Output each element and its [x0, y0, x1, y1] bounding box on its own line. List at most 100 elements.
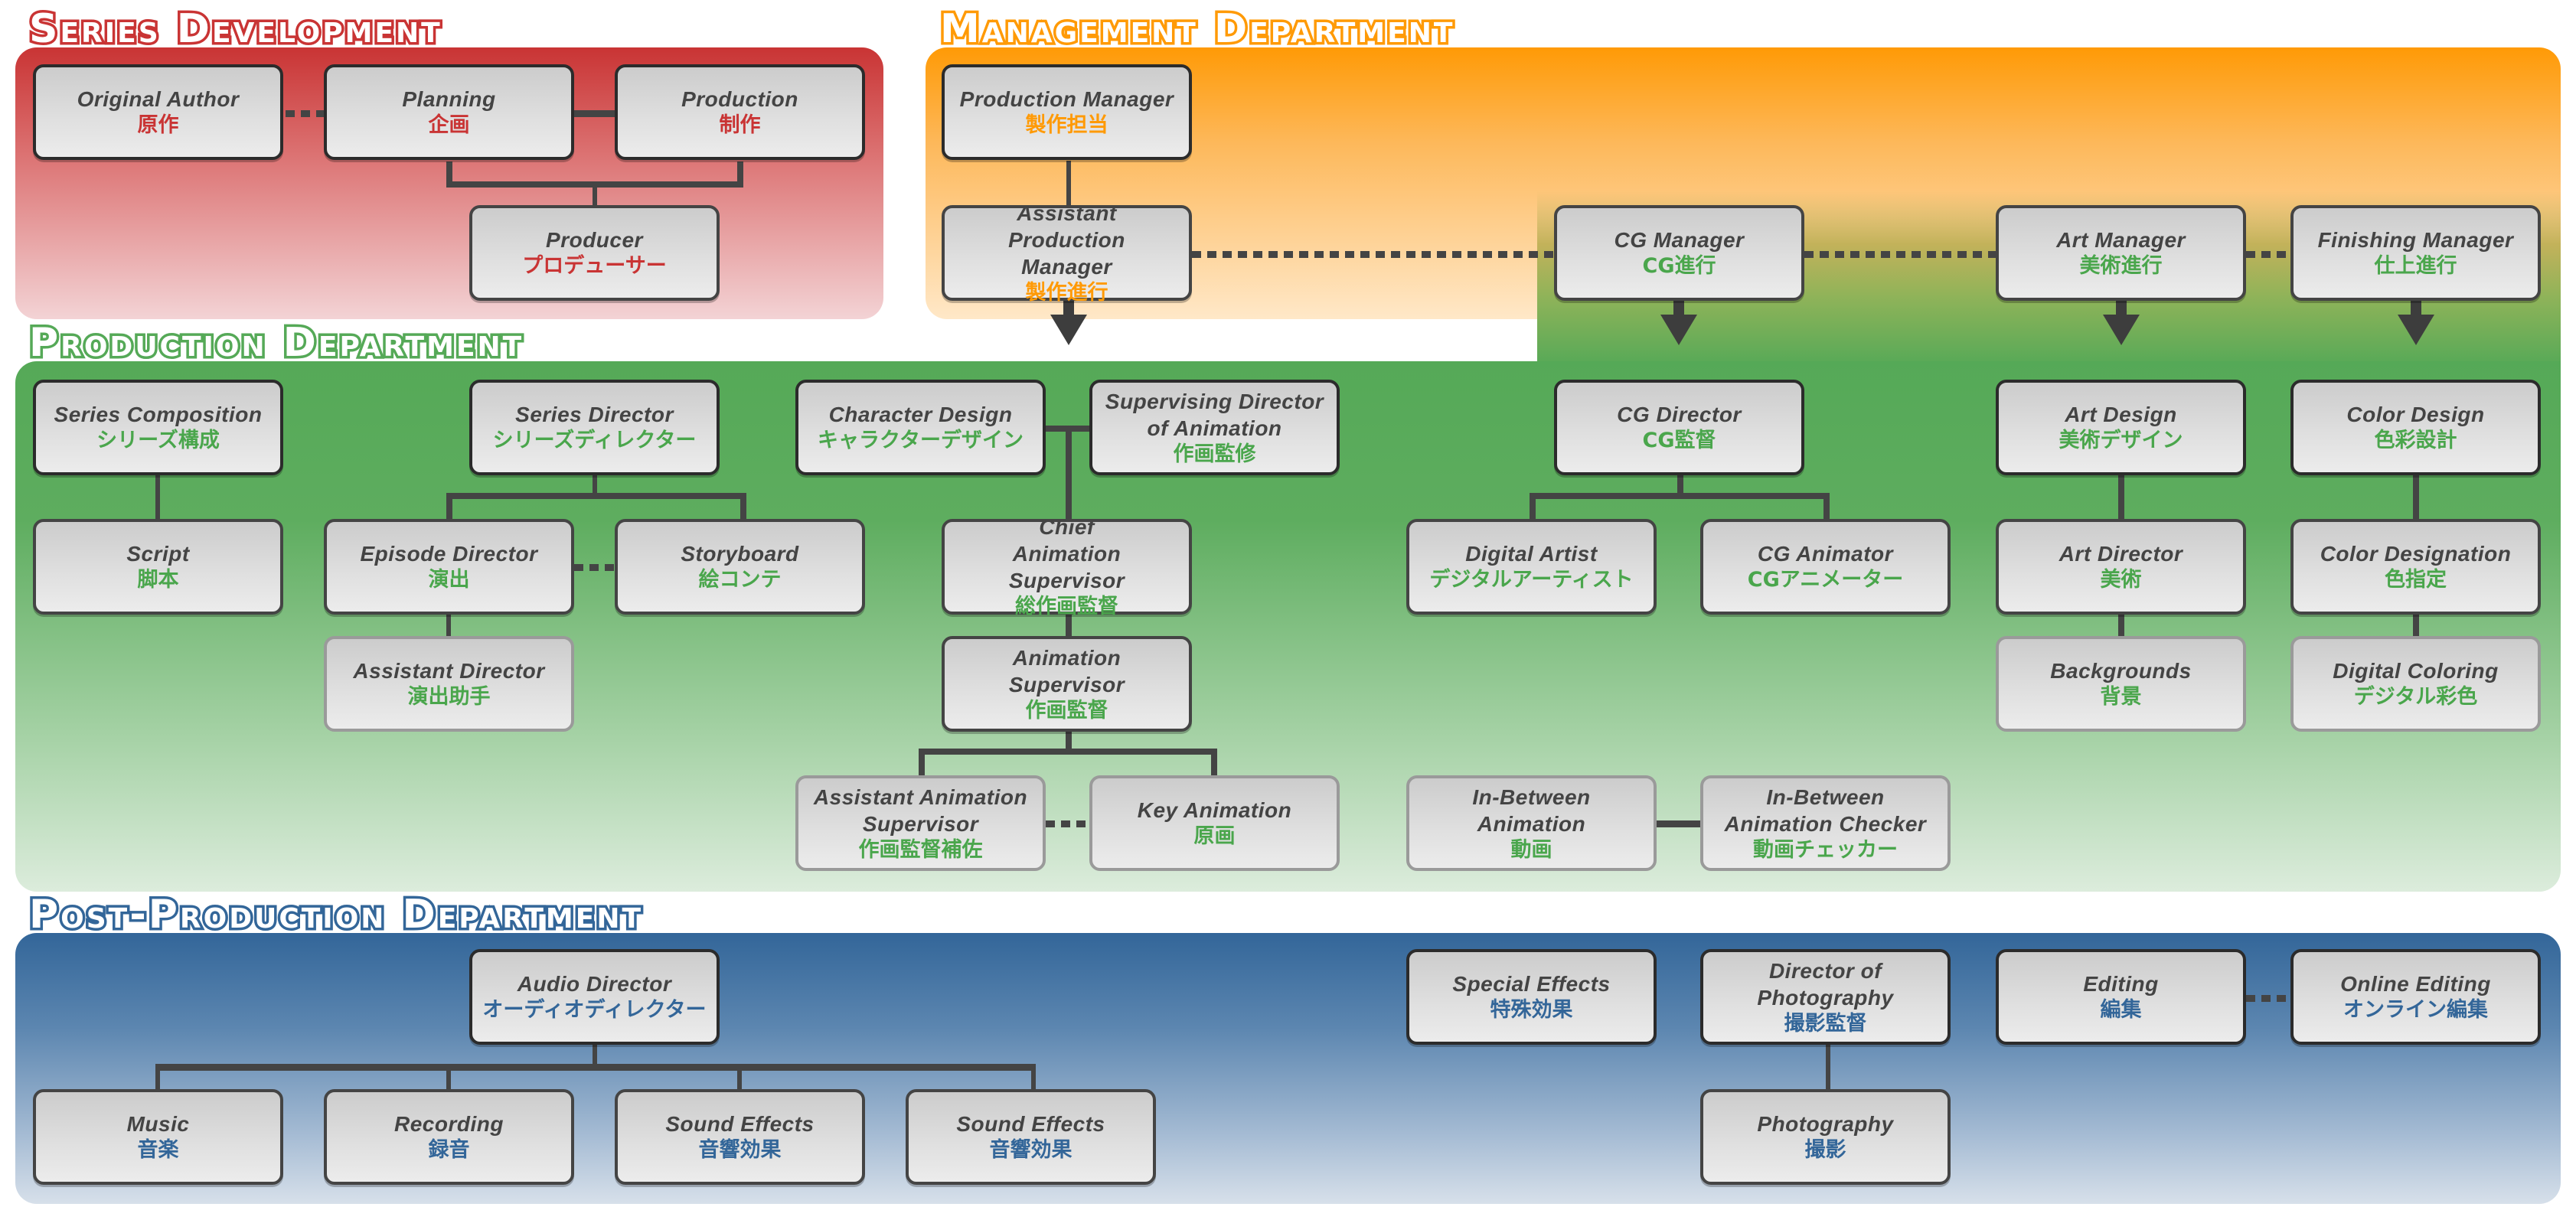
- solid-connector: [1823, 493, 1830, 520]
- series-development-heading: Series Development: [27, 6, 443, 52]
- role-title-ja: 原作: [137, 113, 179, 137]
- role-title-en: Assistant Animation Supervisor: [813, 785, 1028, 836]
- role-episode-director[interactable]: Episode Director 演出: [324, 519, 574, 615]
- dotted-connector: [2246, 251, 2290, 258]
- role-title-ja: 背景: [2100, 685, 2142, 709]
- solid-connector: [1530, 493, 1830, 499]
- role-title-ja: 原画: [1193, 824, 1236, 848]
- role-supervising-director-of-animation[interactable]: Supervising Director of Animation 作画監修: [1089, 380, 1340, 475]
- role-digital-coloring[interactable]: Digital Coloring デジタル彩色: [2290, 636, 2541, 732]
- role-title-ja: 作画監修: [1173, 442, 1256, 466]
- dotted-connector: [1046, 820, 1089, 827]
- role-in-between-animation-checker[interactable]: In-Between Animation Checker 動画チェッカー: [1700, 775, 1951, 871]
- role-title-en: Recording: [394, 1112, 504, 1136]
- role-art-director[interactable]: Art Director 美術: [1996, 519, 2246, 615]
- role-title-en: Production: [681, 87, 798, 111]
- role-title-ja: 作画監督: [1025, 698, 1108, 723]
- role-cg-manager[interactable]: CG Manager CG進行: [1554, 205, 1804, 301]
- dotted-connector: [1192, 251, 1554, 258]
- solid-connector: [155, 1064, 1036, 1071]
- role-sound-effects[interactable]: Sound Effects 音響効果: [906, 1089, 1156, 1185]
- role-key-animation[interactable]: Key Animation 原画: [1089, 775, 1340, 871]
- role-color-design[interactable]: Color Design 色彩設計: [2290, 380, 2541, 475]
- role-cg-director[interactable]: CG Director CG監督: [1554, 380, 1804, 475]
- role-special-effects[interactable]: Special Effects 特殊効果: [1406, 949, 1657, 1045]
- role-production-manager[interactable]: Production Manager 製作担当: [942, 64, 1192, 160]
- role-assistant-animation-supervisor[interactable]: Assistant Animation Supervisor 作画監督補佐: [795, 775, 1046, 871]
- role-title-en: Original Author: [77, 87, 240, 111]
- role-series-composition[interactable]: Series Composition シリーズ構成: [33, 380, 283, 475]
- role-in-between-animation[interactable]: In-Between Animation 動画: [1406, 775, 1657, 871]
- solid-connector: [446, 615, 451, 638]
- role-planning[interactable]: Planning 企画: [324, 64, 574, 160]
- solid-connector: [2413, 475, 2419, 520]
- role-finishing-manager[interactable]: Finishing Manager 仕上進行: [2290, 205, 2541, 301]
- role-title-ja: キャラクターデザイン: [818, 429, 1024, 452]
- role-title-en: Animation Supervisor: [1008, 645, 1125, 696]
- role-title-en: CG Animator: [1757, 542, 1894, 566]
- role-title-en: Editing: [2083, 972, 2159, 996]
- role-digital-artist[interactable]: Digital Artist デジタルアーティスト: [1406, 519, 1657, 615]
- solid-connector: [1826, 1045, 1830, 1091]
- role-title-en: Series Composition: [54, 403, 263, 426]
- role-recording[interactable]: Recording 録音: [324, 1089, 574, 1185]
- solid-connector: [446, 493, 746, 499]
- role-chief-animation-supervisor[interactable]: Chief Animation Supervisor 総作画監督: [942, 515, 1192, 618]
- role-title-ja: 美術: [2100, 568, 2142, 592]
- role-series-director[interactable]: Series Director シリーズディレクター: [469, 380, 720, 475]
- role-director-of-photography[interactable]: Director of Photography 撮影監督: [1700, 949, 1951, 1045]
- production-department-heading: Production Department: [26, 320, 524, 366]
- role-animation-supervisor[interactable]: Animation Supervisor 作画監督: [942, 636, 1192, 732]
- role-title-ja: 撮影監督: [1784, 1011, 1867, 1036]
- role-audio-director[interactable]: Audio Director オーディオディレクター: [469, 949, 720, 1045]
- role-production[interactable]: Production 制作: [615, 64, 865, 160]
- role-title-ja: 演出助手: [407, 685, 491, 709]
- role-photography[interactable]: Photography 撮影: [1700, 1089, 1951, 1185]
- role-script[interactable]: Script 脚本: [33, 519, 283, 615]
- role-title-en: Audio Director: [517, 972, 672, 996]
- solid-connector: [919, 749, 1217, 755]
- role-title-en: CG Director: [1617, 403, 1742, 426]
- down-arrow-icon: [2398, 301, 2434, 345]
- solid-connector: [1530, 493, 1536, 520]
- role-title-ja: 音響効果: [698, 1138, 782, 1162]
- solid-connector: [2118, 475, 2124, 520]
- solid-connector: [446, 1064, 451, 1091]
- down-arrow-icon: [2103, 301, 2140, 345]
- role-title-ja: 編集: [2100, 998, 2142, 1022]
- dotted-connector: [2246, 995, 2290, 1002]
- role-backgrounds[interactable]: Backgrounds 背景: [1996, 636, 2246, 732]
- role-sound-effects[interactable]: Sound Effects 音響効果: [615, 1089, 865, 1185]
- role-cg-animator[interactable]: CG Animator CGアニメーター: [1700, 519, 1951, 615]
- solid-connector: [1031, 1064, 1036, 1091]
- role-art-design[interactable]: Art Design 美術デザイン: [1996, 380, 2246, 475]
- role-producer[interactable]: Producer プロデューサー: [469, 205, 720, 301]
- solid-connector: [740, 493, 746, 520]
- dotted-connector: [574, 564, 615, 571]
- role-character-design[interactable]: Character Design キャラクターデザイン: [795, 380, 1046, 475]
- role-title-ja: 演出: [428, 568, 470, 592]
- role-title-ja: 音楽: [137, 1138, 179, 1162]
- role-title-en: Online Editing: [2340, 972, 2491, 996]
- role-title-ja: 企画: [428, 113, 470, 137]
- role-color-designation[interactable]: Color Designation 色指定: [2290, 519, 2541, 615]
- role-title-ja: デジタル彩色: [2353, 685, 2478, 709]
- role-assistant-director[interactable]: Assistant Director 演出助手: [324, 636, 574, 732]
- role-title-ja: CGアニメーター: [1747, 568, 1904, 592]
- role-title-en: Special Effects: [1452, 972, 1611, 996]
- role-title-en: Color Design: [2346, 403, 2485, 426]
- role-title-en: Assistant Director: [353, 659, 545, 683]
- role-title-ja: オーディオディレクター: [482, 998, 707, 1022]
- role-art-manager[interactable]: Art Manager 美術進行: [1996, 205, 2246, 301]
- role-storyboard[interactable]: Storyboard 絵コンテ: [615, 519, 865, 615]
- role-title-ja: 録音: [428, 1138, 470, 1162]
- role-assistant-production-manager[interactable]: Assistant Production Manager 製作進行: [942, 201, 1192, 305]
- role-title-ja: オンライン編集: [2343, 998, 2488, 1022]
- role-music[interactable]: Music 音楽: [33, 1089, 283, 1185]
- role-title-en: Color Designation: [2320, 542, 2512, 566]
- role-editing[interactable]: Editing 編集: [1996, 949, 2246, 1045]
- role-title-ja: 撮影: [1804, 1138, 1846, 1162]
- role-title-ja: 美術デザイン: [2059, 429, 2183, 452]
- role-original-author[interactable]: Original Author 原作: [33, 64, 283, 160]
- role-online-editing[interactable]: Online Editing オンライン編集: [2290, 949, 2541, 1045]
